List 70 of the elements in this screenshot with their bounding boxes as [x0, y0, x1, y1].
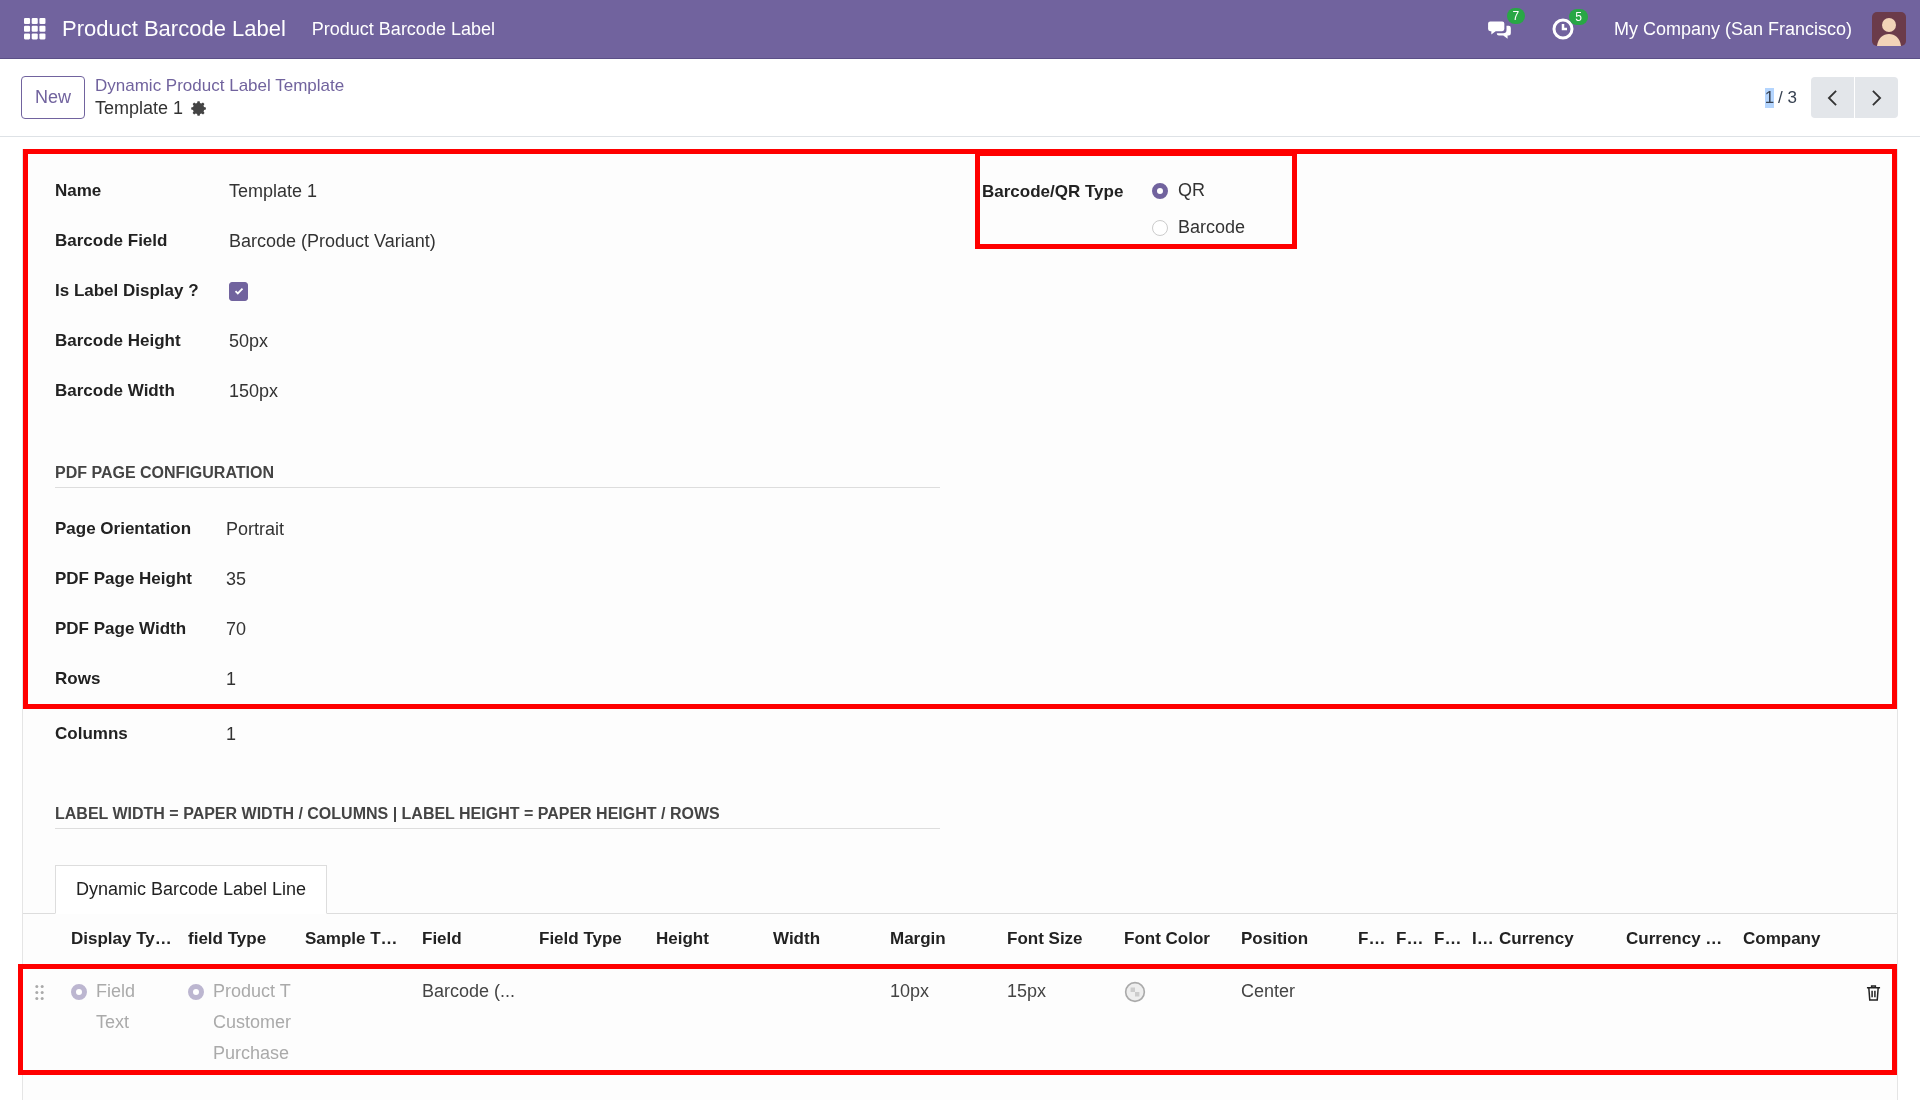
- message-count-badge: 7: [1506, 8, 1526, 24]
- field-label: Columns: [55, 724, 129, 744]
- activity-count-badge: 5: [1569, 9, 1588, 25]
- column-header[interactable]: Position: [1241, 929, 1358, 949]
- field-label: Barcode Field: [55, 231, 169, 251]
- delete-icon[interactable]: [1866, 984, 1881, 1001]
- field-label: Is Label Display ?: [55, 281, 200, 301]
- column-header[interactable]: Width: [773, 929, 890, 949]
- column-header[interactable]: Currency: [1499, 929, 1626, 949]
- field-value[interactable]: 35: [226, 568, 247, 590]
- radio-option[interactable]: Barcode: [1152, 217, 1282, 238]
- new-button[interactable]: New: [21, 76, 85, 119]
- company-switcher[interactable]: My Company (San Francisco): [1613, 18, 1852, 40]
- settings-icon[interactable]: [191, 100, 209, 117]
- column-header[interactable]: F…: [1396, 929, 1434, 949]
- chevron-right-icon: [1871, 88, 1882, 107]
- column-header[interactable]: Font Size: [1007, 929, 1124, 949]
- clock-icon[interactable]: [1551, 17, 1576, 41]
- field-value[interactable]: Portrait: [226, 518, 285, 540]
- field-value[interactable]: 1: [226, 668, 236, 690]
- column-header[interactable]: Font Color: [1124, 929, 1241, 949]
- table-cell-text: 15px: [1007, 981, 1048, 1002]
- previous-button[interactable]: [1811, 77, 1854, 118]
- checkmark-icon: [232, 285, 245, 297]
- next-button[interactable]: [1855, 77, 1898, 118]
- column-header[interactable]: Field: [422, 929, 539, 949]
- column-header[interactable]: F…: [1434, 929, 1472, 949]
- column-header[interactable]: F…: [1358, 929, 1396, 949]
- field-label: PDF Page Height: [55, 569, 193, 589]
- field-label: Barcode Height: [55, 331, 182, 351]
- field-label: Barcode/QR Type: [982, 181, 1125, 203]
- field-value[interactable]: 50px: [229, 330, 269, 352]
- app-title[interactable]: Product Barcode Label: [62, 16, 286, 42]
- column-header[interactable]: Display Ty…: [71, 929, 188, 949]
- field-label: Name: [55, 181, 103, 201]
- apps-menu-icon[interactable]: [24, 18, 46, 40]
- column-header[interactable]: field Type: [188, 929, 305, 949]
- column-header[interactable]: I…: [1472, 929, 1499, 949]
- drag-handle-icon[interactable]: [35, 985, 44, 1000]
- section-heading: PDF PAGE CONFIGURATION: [55, 464, 940, 488]
- table-cell-text: Barcode (...: [422, 981, 517, 1002]
- field-value[interactable]: 70: [226, 618, 247, 640]
- column-header[interactable]: Margin: [890, 929, 1007, 949]
- checkbox[interactable]: [229, 281, 248, 301]
- pager-current: 1: [1764, 87, 1775, 108]
- column-header[interactable]: Currency …: [1626, 929, 1743, 949]
- radio-option[interactable]: QR: [1152, 180, 1282, 201]
- table-cell-text: 10px: [890, 981, 931, 1002]
- color-swatch-icon[interactable]: [1124, 981, 1146, 1003]
- menu-item[interactable]: Product Barcode Label: [311, 18, 495, 40]
- column-header[interactable]: Field Type: [539, 929, 656, 949]
- record-title: Template 1: [95, 98, 184, 119]
- field-value[interactable]: 1: [226, 723, 236, 745]
- breadcrumb-link[interactable]: Dynamic Product Label Template: [95, 76, 345, 96]
- notebook-tab[interactable]: Dynamic Barcode Label Line: [55, 865, 328, 914]
- column-header[interactable]: Company: [1743, 929, 1866, 949]
- field-value[interactable]: Barcode (Product Variant): [229, 230, 436, 252]
- table-cell-text: Center: [1241, 981, 1297, 1002]
- user-avatar[interactable]: [1872, 12, 1906, 46]
- field-label: Rows: [55, 669, 102, 689]
- chevron-left-icon: [1827, 88, 1838, 107]
- field-value[interactable]: 150px: [229, 380, 279, 402]
- column-header[interactable]: Sample T…: [305, 929, 422, 949]
- column-header[interactable]: Height: [656, 929, 773, 949]
- field-label: Barcode Width: [55, 381, 176, 401]
- field-value[interactable]: Template 1: [229, 180, 318, 202]
- field-label: PDF Page Width: [55, 619, 188, 639]
- pager-total: / 3: [1778, 87, 1797, 108]
- field-label: Page Orientation: [55, 519, 193, 539]
- section-heading: LABEL WIDTH = PAPER WIDTH / COLUMNS | LABEL HEIGHT = PAPER HEIGHT / ROWS: [55, 805, 940, 829]
